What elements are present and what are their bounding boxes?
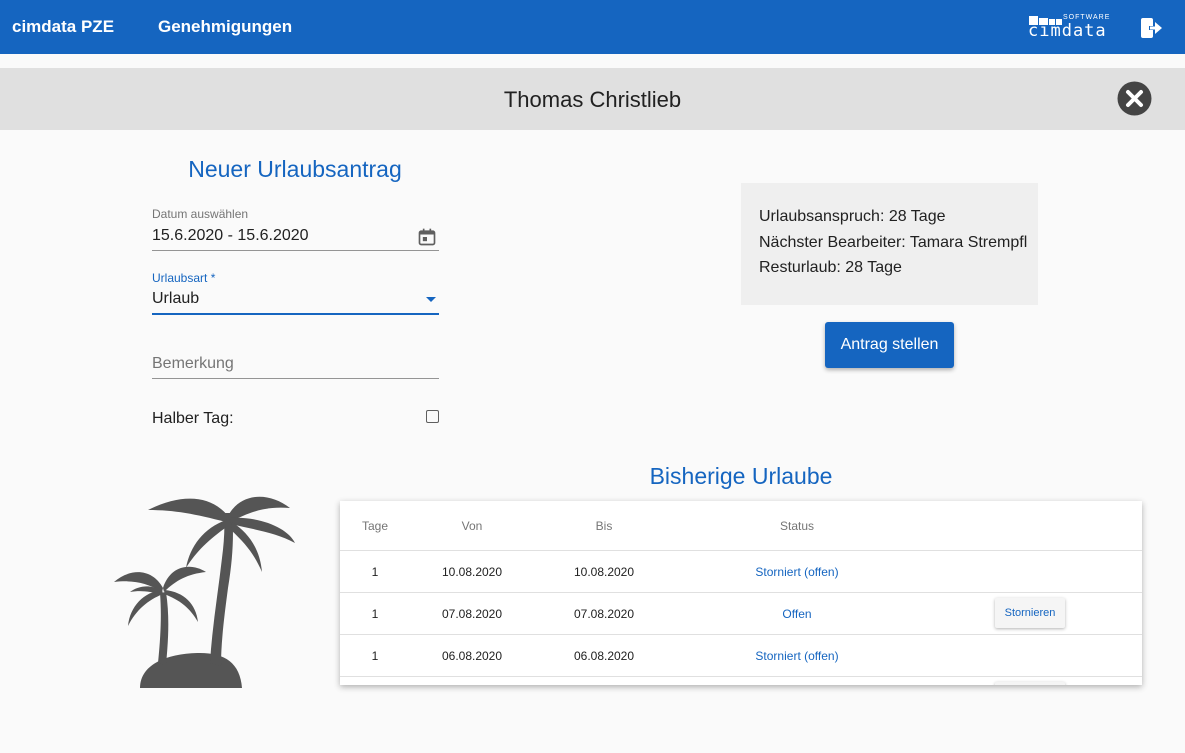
- column-header-tage: Tage: [361, 519, 389, 533]
- remark-field-underline: [152, 378, 439, 379]
- remark-input[interactable]: Bemerkung: [152, 355, 234, 373]
- type-field-label: Urlaubsart *: [152, 271, 216, 285]
- cancel-leave-button-partial[interactable]: [995, 682, 1065, 685]
- cell-bis: 06.08.2020: [573, 649, 635, 663]
- cell-tage: 1: [371, 649, 379, 663]
- table-row: 1 07.08.2020 07.08.2020 Offen Stornieren: [340, 593, 1142, 635]
- cell-von: 07.08.2020: [441, 607, 503, 621]
- column-header-bis: Bis: [595, 519, 613, 533]
- form-title: Neuer Urlaubsantrag: [188, 156, 402, 182]
- next-approver: Nächster Bearbeiter: Tamara Strempfl: [759, 234, 1028, 251]
- nav-genehmigungen[interactable]: Genehmigungen: [158, 17, 292, 37]
- cell-bis: 10.08.2020: [573, 565, 635, 579]
- remaining-leave: Resturlaub: 28 Tage: [759, 259, 902, 276]
- date-field-underline: [152, 250, 439, 251]
- cell-von: 10.08.2020: [441, 565, 503, 579]
- close-circle-icon[interactable]: [1117, 81, 1152, 116]
- half-day-label: Halber Tag:: [152, 410, 234, 427]
- employee-name: Thomas Christlieb: [503, 87, 682, 112]
- column-header-von: Von: [461, 519, 483, 533]
- leave-history-table: Tage Von Bis Status 1 10.08.2020 10.08.2…: [340, 501, 1142, 685]
- exit-icon[interactable]: [1139, 16, 1163, 40]
- calendar-icon[interactable]: [417, 227, 437, 247]
- date-field-label: Datum auswählen: [152, 207, 249, 221]
- dropdown-arrow-icon[interactable]: [426, 297, 436, 302]
- leave-entitlement: Urlaubsanspruch: 28 Tage: [759, 208, 946, 225]
- logo-software-text: SOFTWARE: [1063, 14, 1111, 21]
- date-range-field[interactable]: 15.6.2020 - 15.6.2020: [152, 227, 309, 245]
- column-header-status: Status: [779, 519, 815, 533]
- table-row: 1 10.08.2020 10.08.2020 Storniert (offen…: [340, 551, 1142, 593]
- cell-status: Storniert (offen): [755, 565, 839, 579]
- cell-bis: 07.08.2020: [573, 607, 635, 621]
- submit-request-button[interactable]: Antrag stellen: [825, 322, 954, 368]
- leave-info-box: Urlaubsanspruch: 28 Tage Nächster Bearbe…: [741, 183, 1038, 305]
- employee-header: Thomas Christlieb: [0, 68, 1185, 130]
- history-title: Bisherige Urlaube: [649, 463, 833, 489]
- cimdata-software-logo: SOFTWARE cimdata: [1028, 14, 1118, 40]
- table-row: 1 06.08.2020 06.08.2020 Storniert (offen…: [340, 635, 1142, 677]
- table-row-partial: [340, 677, 1142, 685]
- leave-type-select[interactable]: Urlaub: [152, 290, 199, 308]
- cell-status: Storniert (offen): [755, 649, 839, 663]
- cancel-leave-button[interactable]: Stornieren: [995, 598, 1065, 628]
- type-field-underline: [152, 313, 439, 315]
- cell-von: 06.08.2020: [441, 649, 503, 663]
- half-day-checkbox[interactable]: [426, 410, 439, 423]
- cell-status: Offen: [782, 607, 812, 621]
- table-header: Tage Von Bis Status: [340, 501, 1142, 551]
- cell-tage: 1: [371, 565, 379, 579]
- top-app-bar: cimdata PZE Genehmigungen SOFTWARE cimda…: [0, 0, 1185, 54]
- logo-wordmark: cimdata: [1028, 21, 1107, 41]
- app-title: cimdata PZE: [12, 17, 115, 36]
- palm-tree-icon: [114, 496, 295, 688]
- cell-tage: 1: [371, 607, 379, 621]
